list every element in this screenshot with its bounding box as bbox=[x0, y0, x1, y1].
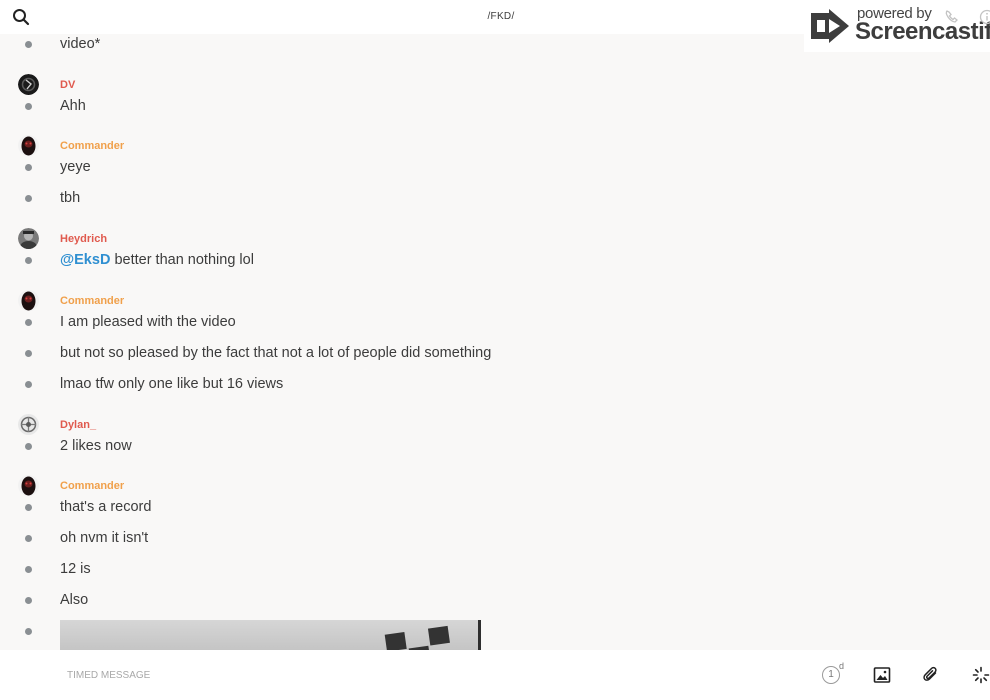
image-edge bbox=[478, 620, 481, 650]
avatar[interactable] bbox=[18, 74, 39, 95]
author-name[interactable]: Commander bbox=[60, 480, 124, 492]
message-bullet-icon bbox=[25, 443, 32, 450]
message-bullet-icon bbox=[25, 319, 32, 326]
message-bullet-icon bbox=[25, 195, 32, 202]
message-bullet-icon bbox=[25, 597, 32, 604]
paperclip-icon[interactable] bbox=[922, 666, 940, 684]
author-name[interactable]: Dylan_ bbox=[60, 419, 96, 431]
message-text: lmao tfw only one like but 16 views bbox=[60, 376, 284, 392]
message-composer: 1 d bbox=[0, 650, 990, 700]
image-upload-icon[interactable] bbox=[873, 666, 891, 684]
timer-value: 1 bbox=[822, 666, 840, 684]
message-text: tbh bbox=[60, 190, 81, 206]
message-bullet-icon bbox=[25, 103, 32, 110]
author-name[interactable]: Commander bbox=[60, 140, 124, 152]
avatar[interactable] bbox=[18, 414, 39, 435]
message-text: oh nvm it isn't bbox=[60, 530, 149, 546]
avatar[interactable] bbox=[18, 475, 39, 496]
timed-message-input[interactable] bbox=[60, 665, 667, 685]
message-text: @EksD better than nothing lol bbox=[60, 252, 254, 268]
message-text: but not so pleased by the fact that not … bbox=[60, 345, 492, 361]
sparkle-icon[interactable] bbox=[972, 666, 990, 684]
message-bullet-icon bbox=[25, 381, 32, 388]
message-feed[interactable]: video* DV Ahh Commander yeye tbh Heydric… bbox=[0, 34, 990, 650]
image-attachment[interactable]: ▄▀▄▀ bbox=[60, 620, 481, 650]
author-name[interactable]: DV bbox=[60, 79, 75, 91]
message-text: I am pleased with the video bbox=[60, 314, 236, 330]
message-bullet-icon bbox=[25, 350, 32, 357]
message-text: video* bbox=[60, 36, 101, 52]
message-text: 2 likes now bbox=[60, 438, 132, 454]
watermark-brand: Screencastify bbox=[855, 18, 990, 45]
phone-icon[interactable] bbox=[944, 9, 960, 25]
screencastify-logo-icon bbox=[811, 9, 849, 43]
message-text-body: better than nothing lol bbox=[110, 252, 254, 268]
message-bullet-icon bbox=[25, 566, 32, 573]
message-bullet-icon bbox=[25, 504, 32, 511]
avatar[interactable] bbox=[18, 290, 39, 311]
info-icon[interactable] bbox=[979, 9, 990, 25]
message-bullet-icon bbox=[25, 164, 32, 171]
message-text: Ahh bbox=[60, 98, 86, 114]
screencastify-watermark: powered by Screencastify bbox=[804, 0, 990, 52]
message-text: that's a record bbox=[60, 499, 152, 515]
message-bullet-icon bbox=[25, 535, 32, 542]
message-text: 12 is bbox=[60, 561, 91, 577]
user-mention[interactable]: @EksD bbox=[60, 252, 110, 268]
author-name[interactable]: Heydrich bbox=[60, 233, 107, 245]
message-timer-button[interactable]: 1 d bbox=[822, 661, 848, 686]
message-text: Also bbox=[60, 592, 89, 608]
message-bullet-icon bbox=[25, 257, 32, 264]
message-bullet-icon bbox=[25, 41, 32, 48]
timer-unit: d bbox=[839, 661, 845, 671]
avatar[interactable] bbox=[18, 228, 39, 249]
message-text: yeye bbox=[60, 159, 91, 175]
author-name[interactable]: Commander bbox=[60, 295, 124, 307]
message-bullet-icon bbox=[25, 628, 32, 635]
image-content: ▄▀▄▀ bbox=[363, 626, 455, 650]
avatar[interactable] bbox=[18, 135, 39, 156]
